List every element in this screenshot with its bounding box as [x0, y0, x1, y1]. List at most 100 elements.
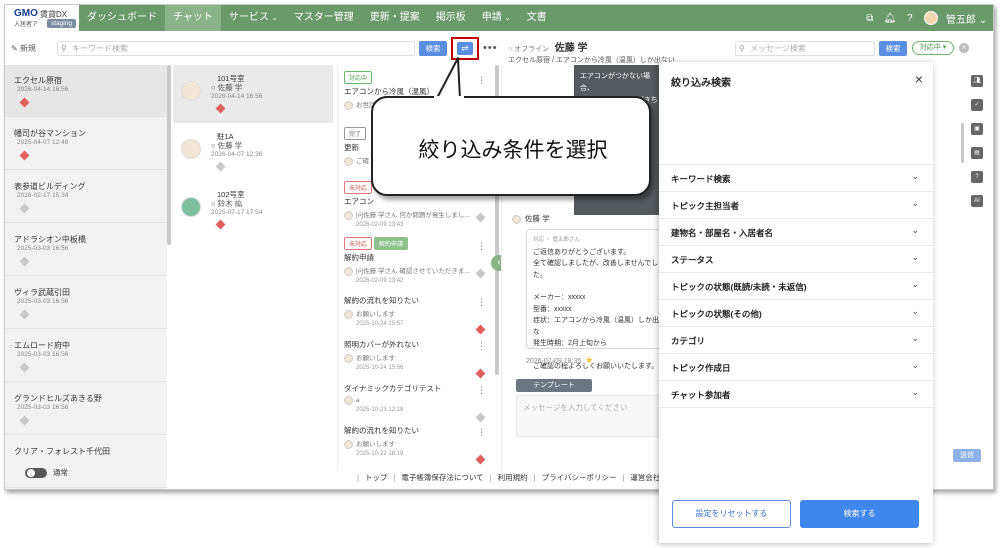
filter-section-label: トピック主担当者 — [671, 201, 740, 211]
room-list: 101号室 ○ 佐藤 学 2026-04-14 16:56 駐1A ○ 佐藤 学 2026… — [173, 65, 333, 489]
nav-documents[interactable]: 文書 — [519, 5, 555, 31]
topic-title: エアコン — [344, 197, 374, 206]
avatar[interactable] — [923, 11, 938, 25]
template-button[interactable]: テンプレート — [516, 379, 592, 392]
topic-title: 照明カバーが外れない — [344, 340, 419, 349]
close-icon[interactable]: × — [959, 43, 969, 53]
topic-date: 2026-02-09 13:42 — [356, 277, 404, 284]
close-icon[interactable]: × — [915, 71, 923, 87]
message-line: ご返信ありがとうございます。 — [533, 248, 631, 256]
help-icon[interactable]: ? — [904, 12, 916, 24]
chat-sender: 佐藤 学 — [512, 213, 550, 224]
topic-item[interactable]: ダイナミックカテゴリテスト a 2025-10-23 12:18 ⋮ — [338, 381, 496, 425]
kebab-icon[interactable]: ⋮ — [477, 297, 486, 308]
building-item[interactable]: ヴィラ武蔵引田 2025-03-03 16:56 — [5, 277, 167, 329]
message-input[interactable]: メッセージを入力してください — [516, 395, 666, 437]
topic-title: 解約申請 — [344, 253, 374, 262]
search-button[interactable]: 検索 — [419, 41, 447, 56]
ai-icon[interactable]: AI — [971, 195, 983, 207]
filter-section[interactable]: トピックの状態(既読/未読・未返信) ⌄ — [659, 272, 933, 299]
status-badge: 未対応 — [344, 181, 373, 194]
filter-icon[interactable]: ⇌ — [457, 42, 473, 55]
filter-section[interactable]: トピック作成日 ⌄ — [659, 353, 933, 380]
building-item[interactable]: クリア・フォレスト千代田 — [5, 436, 167, 488]
room-item[interactable]: 102号室 ○ 鈴木 紘 2025-07-17 17:54 — [173, 181, 333, 239]
filter-section[interactable]: トピックの状態(その他) ⌄ — [659, 299, 933, 326]
building-item[interactable]: 表参道ビルディング 2026-02-17 15:34 — [5, 171, 167, 223]
footer-link[interactable]: 運営会社 — [630, 472, 660, 483]
building-item[interactable]: エムロード府中 2025-03-03 16:56 — [5, 330, 167, 382]
send-button[interactable]: 送信 — [953, 449, 981, 462]
top-nav: GMO 賃貸DX 入居者ア staging ダッシュボード チャット サービス ⌄… — [5, 5, 993, 31]
new-button[interactable]: ✎ 新規 — [11, 43, 36, 54]
keyword-search-input[interactable]: ⚲ キーワード検索 — [57, 41, 415, 56]
filter-section[interactable]: チャット参加者 ⌄ — [659, 380, 933, 407]
reset-filters-button[interactable]: 設定をリセットする — [672, 500, 791, 528]
room-item[interactable]: 101号室 ○ 佐藤 学 2026-04-14 16:56 — [173, 65, 333, 123]
footer-link[interactable]: 電子帳簿保存法について — [401, 472, 483, 483]
building-item[interactable]: 幡司が谷マンション 2025-04-07 12:48 — [5, 118, 167, 170]
topic-item[interactable]: 未対応 解約申請 解約申請 [#]佐藤 学さん 確認させていただきま... 2026-0… — [338, 237, 496, 284]
nav-master[interactable]: マスター管理 — [286, 5, 362, 31]
nav-chat[interactable]: チャット — [165, 5, 221, 31]
doc-icon[interactable]: ▤ — [971, 147, 983, 159]
filter-section[interactable]: ステータス ⌄ — [659, 245, 933, 272]
faq-icon[interactable]: ? — [971, 171, 983, 183]
bell-icon[interactable]: 🔔︎ — [883, 12, 896, 24]
room-resident: ○ 佐藤 学 — [211, 83, 243, 92]
copy-icon[interactable]: ⧉ — [864, 12, 876, 24]
room-item[interactable]: 駐1A ○ 佐藤 学 2026-04-07 12:36 — [173, 123, 333, 181]
message-line: 症状：エアコンから冷風（温風）しか出な — [533, 317, 659, 336]
online-status: ○ オフライン — [508, 46, 550, 53]
kebab-icon[interactable]: ⋮ — [477, 241, 486, 252]
kebab-icon[interactable]: ⋮ — [477, 341, 486, 352]
nav-service[interactable]: サービス ⌄ — [221, 5, 286, 31]
building-date: 2026-04-14 16:56 — [17, 86, 69, 93]
avatar — [181, 197, 201, 217]
user-name[interactable]: 管五郎 ⌄ — [946, 11, 987, 26]
more-icon[interactable]: ••• — [483, 42, 498, 54]
contact-icon[interactable]: ▣ — [971, 123, 983, 135]
nav-board[interactable]: 掲示板 — [428, 5, 474, 31]
footer-link[interactable]: プライバシーポリシー — [542, 472, 617, 483]
kebab-icon[interactable]: ⋮ — [477, 427, 486, 438]
message-line — [533, 281, 659, 292]
chevron-down-icon: ⌄ — [911, 279, 919, 289]
filter-section[interactable]: キーワード検索 ⌄ — [659, 164, 933, 191]
status-dropdown[interactable]: 対応中 ▾ — [912, 41, 954, 55]
building-item[interactable]: グランドヒルズあきる野 2025-03-03 16:56 — [5, 383, 167, 435]
status-badge: 完了 — [344, 127, 367, 140]
apply-search-button[interactable]: 検索する — [800, 500, 919, 528]
building-item[interactable]: エクセル原宿 2026-04-14 16:56 — [5, 65, 167, 117]
topic-item[interactable]: 解約の流れを知りたい お願いします 2025-10-22 16:19 ⋮ — [338, 423, 496, 467]
footer-link[interactable]: 利用規約 — [498, 472, 528, 483]
nav-renewal[interactable]: 更新・提案 — [362, 5, 428, 31]
building-date: 2025-03-03 16:56 — [17, 351, 69, 358]
filter-section[interactable]: トピック主担当者 ⌄ — [659, 191, 933, 218]
topic-preview: お願いします — [344, 352, 490, 363]
logo[interactable]: GMO 賃貸DX 入居者ア staging — [5, 5, 79, 31]
chat-partner-name: 佐藤 学 — [554, 43, 588, 54]
callout-tail — [434, 57, 464, 100]
message-line: 型番：xxxxx — [533, 305, 572, 313]
footer-link[interactable]: トップ — [365, 472, 388, 483]
topic-date: 2025-10-24 15:57 — [356, 320, 404, 327]
building-item[interactable]: アドラシオン中板橋 2025-03-03 16:56 — [5, 224, 167, 276]
filter-section[interactable]: 建物名・部屋名・入居者名 ⌄ — [659, 218, 933, 245]
topic-item[interactable]: 解約の流れを知りたい お願いします 2025-10-24 15:57 ⋮ — [338, 293, 496, 337]
users-icon[interactable]: 👥︎ — [971, 75, 983, 87]
kebab-icon[interactable]: ⋮ — [477, 385, 486, 396]
topic-item[interactable]: 照明カバーが外れない お願いします 2025-10-24 15:56 ⋮ — [338, 337, 496, 381]
nav-application[interactable]: 申請 ⌄ — [474, 5, 519, 31]
scrollbar[interactable] — [167, 65, 171, 245]
scrollbar[interactable] — [961, 123, 964, 163]
nav-dashboard[interactable]: ダッシュボード — [79, 5, 165, 31]
check-icon[interactable]: ✓ — [971, 99, 983, 111]
message-search-button[interactable]: 検索 — [879, 41, 907, 56]
footer-links: |トップ|電子帳簿保存法について|利用規約|プライバシーポリシー|運営会社| — [351, 471, 674, 483]
star-icon[interactable]: ★ — [585, 355, 593, 365]
filter-section[interactable]: カテゴリ ⌄ — [659, 326, 933, 353]
mode-toggle[interactable] — [25, 467, 47, 478]
message-time: 2026-02-09 18:35 ★ — [526, 355, 593, 366]
message-search-input[interactable]: ⚲ メッセージ検索 — [735, 41, 875, 56]
